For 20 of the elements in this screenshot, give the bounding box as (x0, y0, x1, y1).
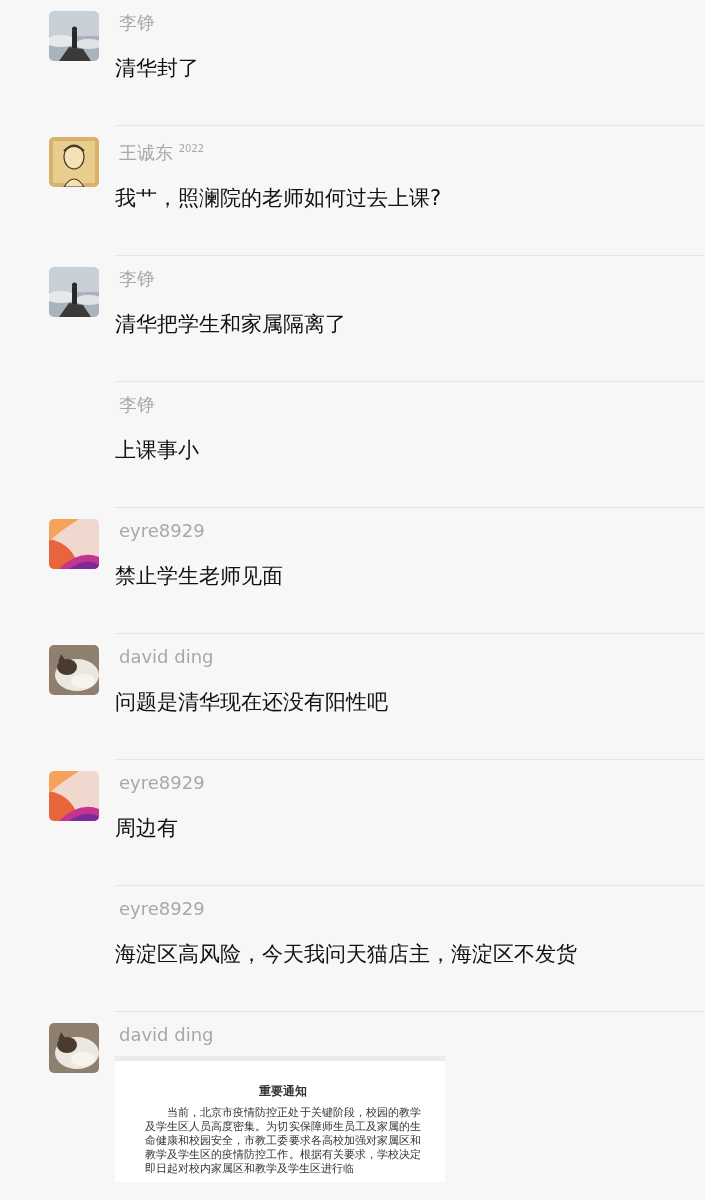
message-text: 清华把学生和家属隔离了 (115, 311, 346, 338)
message-text: 清华封了 (115, 55, 199, 82)
message-text: 海淀区高风险，今天我问天猫店主，海淀区不发货 (115, 941, 577, 968)
document-image[interactable]: 重要通知 当前，北京市疫情防控正处于关键阶段，校园的教学及学生区人员高度密集。为切实保障师生员工及家属的生命健康和校园安全，市教工委要求各高校加强对家属区和教学及学生区的疫情防控工作。根据有关要求，学校决定即日起对校内家属区和教学及学生区进行临 (115, 1056, 445, 1182)
document-text: 当前，北京市疫情防控正处于关键阶段，校园的教学及学生区人员高度密集。为切实保障师生员工及家属的生命健康和校园安全，市教工委要求各高校加强对家属区和教学及学生区的疫情防控工作。根据有关要求，学校决定即日起对校内家属区和教学及学生区进行临 (145, 1106, 421, 1176)
sender-name: david ding (119, 645, 214, 669)
sender-name: eyre8929 (119, 897, 205, 921)
message-text: 禁止学生老师见面 (115, 563, 283, 590)
sender-name: eyre8929 (119, 771, 205, 795)
sender-name: 李铮 (119, 393, 155, 417)
message-text: 周边有 (115, 815, 178, 842)
message-text: 问题是清华现在还没有阳性吧 (115, 689, 388, 716)
sender-name: david ding (119, 1023, 214, 1047)
message-text: 我艹，照澜院的老师如何过去上课? (115, 185, 442, 212)
message-text: 上课事小 (115, 437, 199, 464)
sender-name: 王诚东 $^{2022}$ (119, 141, 205, 165)
sender-name: 李铮 (119, 267, 155, 291)
sender-name: eyre8929 (119, 519, 205, 543)
sender-name: 李铮 (119, 11, 155, 35)
document-title: 重要通知 (258, 1083, 308, 1100)
